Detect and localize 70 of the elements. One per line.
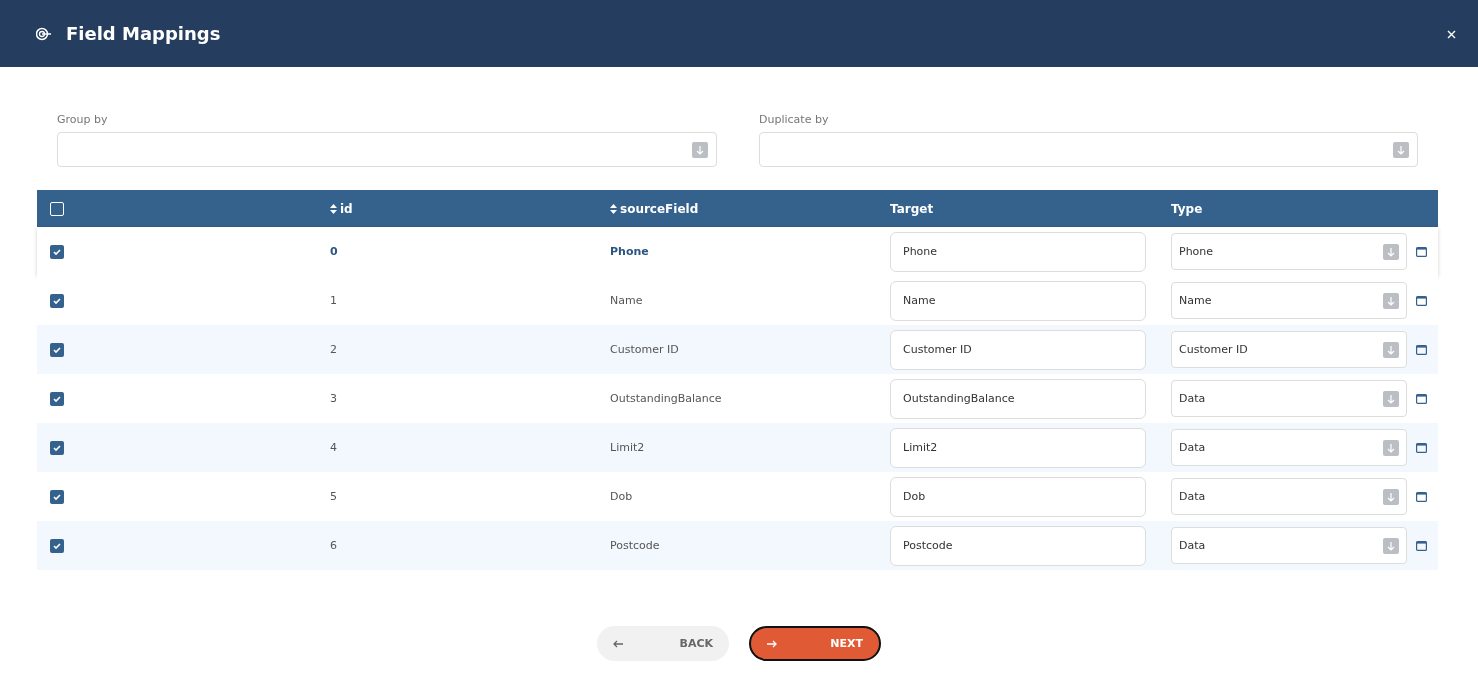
column-header[interactable]: sourceField	[620, 201, 699, 216]
input-field[interactable]: Phone	[890, 231, 1146, 272]
check-icon	[52, 295, 62, 306]
dropdown-field[interactable]	[57, 132, 717, 167]
arrow-left-icon	[613, 639, 623, 648]
next-button[interactable]: NEXT	[749, 626, 881, 661]
input-field[interactable]: OutstandingBalance	[890, 378, 1146, 419]
table-cell-text: Limit2	[610, 441, 646, 454]
dropdown-field[interactable]: Phone	[1171, 233, 1407, 270]
table-cell-text: 2	[330, 343, 338, 356]
column-header[interactable]: id	[340, 201, 353, 216]
dropdown-field[interactable]	[759, 132, 1418, 167]
checkbox[interactable]	[50, 201, 64, 216]
check-icon	[52, 344, 62, 355]
table-cell-text: 5	[330, 490, 338, 503]
arrow-right-icon	[767, 639, 777, 648]
window-title: Field Mappings	[66, 23, 222, 44]
dropdown-field[interactable]: Data	[1171, 429, 1407, 466]
calendar-icon[interactable]	[1416, 393, 1427, 404]
checkbox[interactable]	[50, 293, 64, 308]
checkbox[interactable]	[50, 538, 64, 553]
calendar-icon[interactable]	[1416, 344, 1427, 355]
table-cell-text: Phone	[610, 245, 650, 258]
check-icon	[52, 540, 62, 551]
dropdown-field[interactable]: Data	[1171, 380, 1407, 417]
input-field[interactable]: Limit2	[890, 427, 1146, 468]
table-cell-text: 6	[330, 539, 338, 552]
sort-icon[interactable]	[610, 203, 617, 214]
calendar-icon[interactable]	[1416, 540, 1427, 551]
table-cell-text: 0	[330, 245, 339, 258]
check-icon	[52, 393, 62, 404]
input-field[interactable]: Name	[890, 280, 1146, 321]
checkbox[interactable]	[50, 342, 64, 357]
input-field[interactable]: Postcode	[890, 525, 1146, 566]
dropdown-field[interactable]: Data	[1171, 478, 1407, 515]
table-cell-text: Customer ID	[610, 343, 680, 356]
table-cell-text: OutstandingBalance	[610, 392, 723, 405]
input-field[interactable]: Dob	[890, 476, 1146, 517]
table-cell-text: 4	[330, 441, 338, 454]
sort-icon[interactable]	[330, 203, 337, 214]
target-icon	[36, 26, 52, 41]
check-icon	[52, 491, 62, 502]
calendar-icon[interactable]	[1416, 295, 1427, 306]
table-row[interactable]: 4 Limit2 Limit2 Data	[37, 423, 1438, 472]
table-row[interactable]: 6 Postcode Postcode Data	[37, 521, 1438, 570]
table-row[interactable]: 2 Customer ID Customer ID Customer ID	[37, 325, 1438, 374]
checkbox[interactable]	[50, 489, 64, 504]
input-field[interactable]: Customer ID	[890, 329, 1146, 370]
check-icon	[52, 246, 62, 257]
calendar-icon[interactable]	[1416, 491, 1427, 502]
calendar-icon[interactable]	[1416, 442, 1427, 453]
checkbox[interactable]	[50, 391, 64, 406]
check-icon	[52, 442, 62, 453]
checkbox[interactable]	[50, 244, 64, 259]
table-cell-text: 3	[330, 392, 338, 405]
column-header[interactable]: Type	[1171, 201, 1203, 216]
dropdown-field[interactable]: Customer ID	[1171, 331, 1407, 368]
table-cell-text: Dob	[610, 490, 634, 503]
field-label: Duplicate by	[759, 113, 830, 126]
checkbox[interactable]	[50, 440, 64, 455]
table-cell-text: 1	[330, 294, 338, 307]
dropdown-field[interactable]: Name	[1171, 282, 1407, 319]
table-cell-text: Name	[610, 294, 644, 307]
column-header[interactable]: Target	[890, 201, 934, 216]
back-button[interactable]: BACK	[597, 626, 729, 661]
field-label: Group by	[57, 113, 109, 126]
dropdown-field[interactable]: Data	[1171, 527, 1407, 564]
table-cell-text: Postcode	[610, 539, 661, 552]
calendar-icon[interactable]	[1416, 246, 1427, 257]
table-row[interactable]: 0 Phone Phone Phone	[37, 227, 1438, 276]
